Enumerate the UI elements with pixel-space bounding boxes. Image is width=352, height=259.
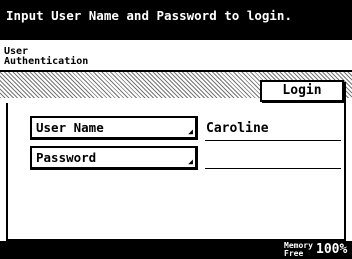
password-button[interactable]: Password ◢ bbox=[30, 146, 198, 170]
instruction-text: Input User Name and Password to login. bbox=[6, 8, 292, 23]
section-title-line2: Authentication bbox=[4, 56, 89, 67]
password-value bbox=[205, 146, 341, 169]
user-name-button[interactable]: User Name ◢ bbox=[30, 116, 198, 140]
corner-arrow-icon: ◢ bbox=[188, 127, 193, 136]
corner-arrow-icon: ◢ bbox=[188, 157, 193, 166]
memory-free-value: 100% bbox=[316, 242, 348, 257]
login-screen: Input User Name and Password to login. U… bbox=[0, 0, 352, 259]
memory-free-label: Memory Free bbox=[284, 242, 313, 258]
user-name-value: Caroline bbox=[205, 118, 341, 141]
user-name-label: User Name bbox=[36, 120, 104, 135]
memory-label-line2: Free bbox=[284, 249, 304, 258]
section-title: User Authentication bbox=[4, 47, 204, 67]
login-button[interactable]: Login bbox=[260, 80, 344, 102]
instruction-bar: Input User Name and Password to login. bbox=[0, 0, 352, 40]
password-label: Password bbox=[36, 150, 97, 165]
status-bar: Memory Free 100% bbox=[0, 241, 352, 259]
